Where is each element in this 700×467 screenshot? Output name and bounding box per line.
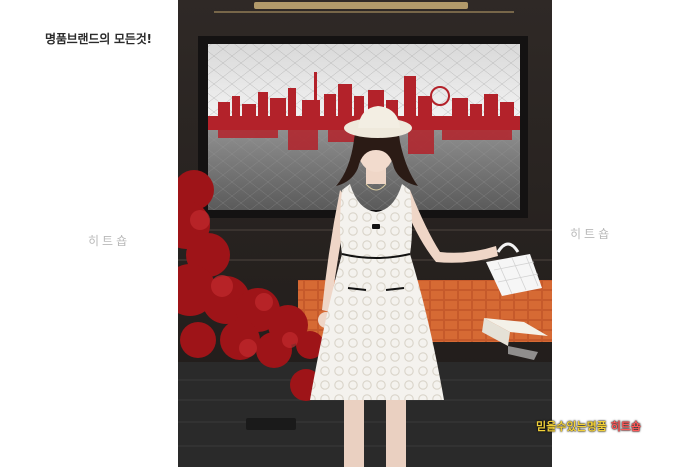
page: 명품브랜드의 모든것! 히트숍 히트숍 믿을수있는명품 히트숍: [0, 0, 700, 467]
product-photo: [178, 0, 552, 467]
badge-text-1: 믿을수있는명품: [536, 420, 607, 433]
shop-badge: 믿을수있는명품 히트숍: [536, 418, 641, 434]
badge-text-2: 히트숍: [610, 420, 642, 433]
caption-text: 명품브랜드의 모든것!: [45, 32, 152, 46]
watermark-right: 히트숍: [570, 227, 613, 241]
watermark-left: 히트숍: [88, 234, 131, 248]
picture-lamp: [254, 2, 468, 9]
